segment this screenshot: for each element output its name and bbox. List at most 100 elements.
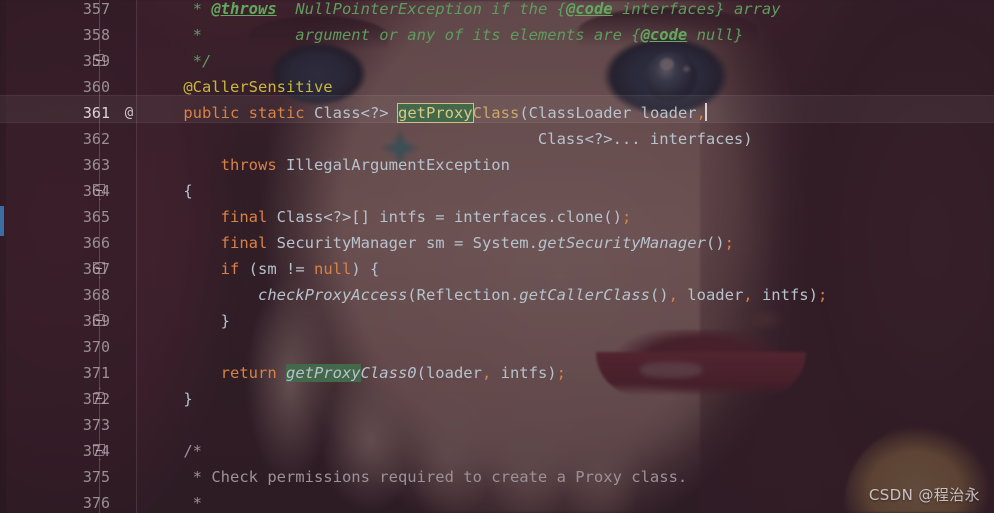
code-token: * bbox=[146, 0, 212, 18]
code-token: ( bbox=[519, 104, 529, 122]
code-token: if bbox=[146, 260, 249, 278]
line-number: 357 bbox=[82, 0, 110, 18]
code-line-text: /* bbox=[146, 438, 202, 464]
code-token: @code bbox=[565, 0, 613, 18]
code-token: intfs) bbox=[491, 364, 557, 382]
code-line[interactable]: 369 } bbox=[0, 308, 994, 334]
fold-start-icon[interactable] bbox=[93, 184, 107, 198]
code-line-text: } bbox=[146, 308, 230, 334]
csdn-watermark: CSDN @程治永 bbox=[868, 486, 980, 504]
ide-editor-window: 357 * @throws NullPointerException if th… bbox=[0, 0, 994, 513]
line-number: 360 bbox=[82, 78, 110, 96]
code-line[interactable]: 370 bbox=[0, 334, 994, 360]
code-line[interactable]: 357 * @throws NullPointerException if th… bbox=[0, 0, 994, 22]
search-match-highlight: getProxy bbox=[285, 364, 361, 382]
code-token: getSecurityManager bbox=[537, 234, 706, 252]
code-token: null bbox=[313, 260, 352, 278]
code-token: public static bbox=[146, 104, 314, 122]
code-token: final bbox=[146, 208, 277, 226]
code-line[interactable]: 376 * bbox=[0, 490, 994, 513]
code-token: @CallerSensitive bbox=[146, 78, 333, 96]
code-line-text: * Check permissions required to create a… bbox=[146, 464, 688, 490]
code-token: throws bbox=[146, 156, 286, 174]
line-number: 375 bbox=[82, 468, 110, 486]
text-caret bbox=[704, 103, 707, 121]
line-number: 362 bbox=[82, 130, 110, 148]
code-line[interactable]: 358 * argument or any of its elements ar… bbox=[0, 22, 994, 48]
code-line-text: checkProxyAccess(Reflection.getCallerCla… bbox=[146, 282, 827, 308]
code-token: ; bbox=[724, 234, 734, 252]
code-line[interactable]: 362 Class<?>... interfaces) bbox=[0, 126, 994, 152]
code-token: (sm != bbox=[248, 260, 314, 278]
code-token: , bbox=[668, 286, 678, 304]
line-number: 371 bbox=[82, 364, 110, 382]
fold-end-icon[interactable] bbox=[93, 314, 107, 328]
code-line[interactable]: 373 bbox=[0, 412, 994, 438]
code-token: } bbox=[146, 390, 193, 408]
code-token: Class bbox=[472, 104, 520, 122]
code-token: (Reflection. bbox=[407, 286, 520, 304]
code-line[interactable]: 374 /* bbox=[0, 438, 994, 464]
fold-start-icon[interactable] bbox=[93, 262, 107, 276]
code-line-text: */ bbox=[146, 48, 212, 74]
line-number: 376 bbox=[82, 494, 110, 512]
line-number: 358 bbox=[82, 26, 110, 44]
code-line-text: final Class<?>[] intfs = interfaces.clon… bbox=[146, 204, 632, 230]
code-token: } bbox=[146, 312, 230, 330]
code-token: () bbox=[705, 234, 725, 252]
code-line-text: @CallerSensitive bbox=[146, 74, 333, 100]
line-number: 366 bbox=[82, 234, 110, 252]
line-number: 370 bbox=[82, 338, 110, 356]
code-token: /* bbox=[146, 442, 202, 460]
code-token: Class<?>... interfaces) bbox=[146, 130, 753, 148]
code-line-text: Class<?>... interfaces) bbox=[146, 126, 753, 152]
code-line[interactable]: 367 if (sm != null) { bbox=[0, 256, 994, 282]
line-number: 361 bbox=[82, 104, 110, 122]
code-line[interactable]: 363 throws IllegalArgumentException bbox=[0, 152, 994, 178]
code-line[interactable]: 361 @ public static Class<?> getProxyClas… bbox=[0, 100, 994, 126]
code-area[interactable]: 357 * @throws NullPointerException if th… bbox=[0, 0, 994, 513]
gutter-at-symbol-override-icon[interactable]: @ bbox=[118, 100, 140, 126]
code-line[interactable]: 375 * Check permissions required to crea… bbox=[0, 464, 994, 490]
code-token: * argument or any of its elements are { bbox=[146, 26, 641, 44]
code-token: ; bbox=[556, 364, 566, 382]
code-token: Class<?> bbox=[313, 104, 398, 122]
code-token: ; bbox=[621, 208, 632, 226]
code-line[interactable]: 360 @CallerSensitive bbox=[0, 74, 994, 100]
code-token: () bbox=[649, 286, 669, 304]
line-number: 368 bbox=[82, 286, 110, 304]
code-line-text: return getProxyClass0(loader, intfs); bbox=[146, 360, 566, 386]
code-token: IllegalArgumentException bbox=[285, 156, 510, 174]
code-line[interactable]: 364 { bbox=[0, 178, 994, 204]
code-token: Class<?>[] intfs = interfaces.clone() bbox=[276, 208, 622, 226]
code-token: (loader bbox=[416, 364, 482, 382]
code-line[interactable]: 372 } bbox=[0, 386, 994, 412]
code-line[interactable]: 371 return getProxyClass0(loader, intfs)… bbox=[0, 360, 994, 386]
code-line[interactable]: 368 checkProxyAccess(Reflection.getCalle… bbox=[0, 282, 994, 308]
code-line-text: * bbox=[146, 490, 202, 513]
line-number: 363 bbox=[82, 156, 110, 174]
code-line-text: throws IllegalArgumentException bbox=[146, 152, 510, 178]
code-token: Class0 bbox=[360, 364, 417, 382]
fold-end-icon[interactable] bbox=[93, 54, 107, 68]
code-line-text: * @throws NullPointerException if the {@… bbox=[146, 0, 781, 22]
code-token: final bbox=[146, 234, 277, 252]
fold-start-icon[interactable] bbox=[93, 444, 107, 458]
code-token: getCallerClass bbox=[519, 286, 650, 304]
code-token: null} bbox=[687, 26, 744, 44]
code-token: * bbox=[146, 494, 202, 512]
code-token: interfaces} array bbox=[612, 0, 781, 18]
code-token: loader bbox=[677, 286, 744, 304]
code-token: NullPointerException if the { bbox=[276, 0, 566, 18]
code-line[interactable]: 366 final SecurityManager sm = System.ge… bbox=[0, 230, 994, 256]
search-match-highlight: getProxy bbox=[396, 103, 474, 123]
code-line-text: public static Class<?> getProxyClass(Cla… bbox=[146, 100, 707, 126]
code-token: @code bbox=[640, 26, 688, 44]
code-line[interactable]: 359 */ bbox=[0, 48, 994, 74]
code-line-text: final SecurityManager sm = System.getSec… bbox=[146, 230, 734, 256]
code-line-text: } bbox=[146, 386, 193, 412]
fold-end-icon[interactable] bbox=[93, 392, 107, 406]
code-line[interactable]: 365 final Class<?>[] intfs = interfaces.… bbox=[0, 204, 994, 230]
code-token: ; bbox=[817, 286, 828, 304]
code-token: ) { bbox=[351, 260, 380, 278]
